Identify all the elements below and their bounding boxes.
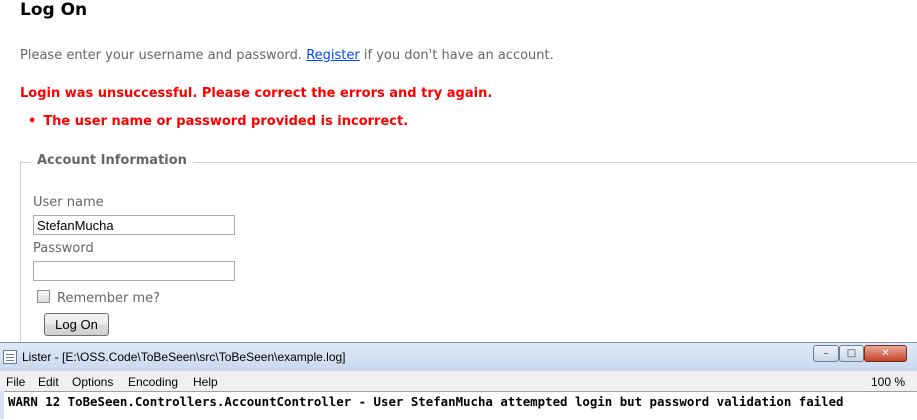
password-label: Password bbox=[33, 241, 94, 256]
validation-summary: Login was unsuccessful. Please correct t… bbox=[20, 86, 493, 101]
fieldset-legend: Account Information bbox=[31, 153, 193, 168]
log-line: WARN 12 ToBeSeen.Controllers.AccountCont… bbox=[8, 394, 844, 409]
zoom-level: 100 % bbox=[870, 375, 905, 389]
page-title: Log On bbox=[20, 0, 88, 20]
menu-encoding[interactable]: Encoding bbox=[128, 375, 178, 389]
intro-before: Please enter your username and password. bbox=[20, 48, 303, 63]
menu-help[interactable]: Help bbox=[193, 375, 218, 389]
lister-titlebar[interactable]: Lister - [E:\OSS.Code\ToBeSeen\src\ToBeS… bbox=[0, 343, 917, 371]
register-link[interactable]: Register bbox=[306, 48, 360, 63]
logon-page: Log On Please enter your username and pa… bbox=[0, 0, 917, 342]
list-document-icon bbox=[3, 350, 17, 364]
password-input[interactable] bbox=[33, 261, 235, 281]
menu-options[interactable]: Options bbox=[72, 375, 113, 389]
validation-error-item: The user name or password provided is in… bbox=[42, 114, 408, 129]
maximize-icon[interactable]: □ bbox=[839, 345, 864, 362]
remember-me-label: Remember me? bbox=[57, 291, 161, 306]
account-fieldset bbox=[20, 162, 917, 342]
lister-window-title: Lister - [E:\OSS.Code\ToBeSeen\src\ToBeS… bbox=[22, 350, 346, 364]
remember-me-checkbox[interactable] bbox=[37, 290, 50, 303]
intro-after: if you don't have an account. bbox=[363, 48, 554, 63]
lister-window: Lister - [E:\OSS.Code\ToBeSeen\src\ToBeS… bbox=[0, 342, 917, 420]
validation-errors: The user name or password provided is in… bbox=[42, 114, 408, 129]
menu-file[interactable]: File bbox=[6, 375, 25, 389]
intro-text: Please enter your username and password.… bbox=[20, 48, 554, 63]
menu-edit[interactable]: Edit bbox=[38, 375, 59, 389]
lister-content[interactable]: WARN 12 ToBeSeen.Controllers.AccountCont… bbox=[4, 391, 917, 420]
minimize-icon[interactable]: – bbox=[813, 345, 839, 362]
close-icon[interactable]: ✕ bbox=[864, 345, 907, 362]
log-on-button[interactable]: Log On bbox=[44, 313, 109, 336]
lister-menubar: File Edit Options Encoding Help 100 % bbox=[0, 371, 917, 391]
username-input[interactable] bbox=[33, 215, 235, 235]
username-label: User name bbox=[33, 195, 104, 210]
